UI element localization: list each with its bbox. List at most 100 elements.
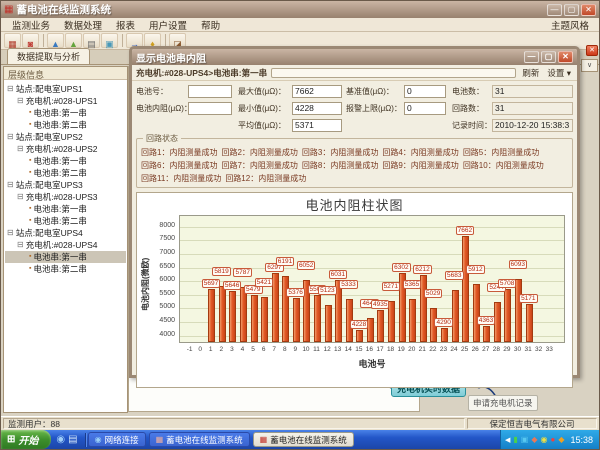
tree-battery-string[interactable]: ▪电池串:第二串 (5, 167, 126, 179)
station-label: 站点:配电室UPS4 (16, 227, 83, 239)
analysis-chart-green-button[interactable]: ▲ (65, 33, 82, 48)
menu-item[interactable]: 数据处理 (57, 18, 109, 32)
tree-station[interactable]: ⊟站点:配电室UPS1 (5, 83, 126, 95)
tray-usb-icon[interactable]: ◆ (531, 436, 537, 444)
field-input[interactable] (188, 85, 232, 98)
field-input[interactable] (188, 102, 232, 115)
bar[interactable] (219, 286, 226, 342)
bar-value-label: 5029 (424, 289, 442, 298)
bar[interactable] (462, 236, 469, 342)
chevron-down-icon[interactable]: ∨ (581, 59, 598, 72)
dialog-maximize-button[interactable]: ▢ (541, 51, 556, 63)
monitor-stop-button[interactable]: ◙ (22, 33, 39, 48)
bar[interactable] (261, 297, 268, 342)
string-label: 电池串:第二串 (33, 167, 86, 179)
y-tick-label: 7500 (143, 235, 175, 242)
tray-volume-icon[interactable]: ◉ (540, 436, 547, 444)
minimize-button[interactable]: — (547, 4, 562, 16)
y-tick-label: 7000 (143, 249, 175, 256)
tray-update-icon[interactable]: ◆ (558, 436, 564, 444)
refresh-button[interactable]: 刷新 (520, 67, 541, 79)
menu-item[interactable]: 用户设置 (142, 18, 194, 32)
quicklaunch-desktop-icon[interactable]: ▤ (68, 435, 77, 445)
bar-value-label: 6191 (276, 257, 294, 266)
bar[interactable] (356, 330, 363, 342)
battery-string-icon: ▪ (29, 155, 31, 167)
start-button[interactable]: ⊞ 开始 (1, 430, 51, 449)
app-window: ▦ 蓄电池在线监测系统 — ▢ ✕ 监测业务数据处理报表用户设置帮助 主题风格 … (0, 0, 600, 450)
bar[interactable] (473, 284, 480, 342)
menu-item[interactable]: 报表 (109, 18, 142, 32)
image-view-button[interactable]: ▣ (101, 33, 118, 48)
bar-value-label: 5123 (318, 286, 336, 295)
mindmap-node-request-records[interactable]: 申请充电机记录 (468, 395, 538, 411)
theme-style-button[interactable]: 主题风格 (545, 18, 595, 32)
minus-box-icon[interactable]: ⊟ (7, 227, 14, 239)
bar[interactable] (388, 301, 395, 342)
bar[interactable] (515, 279, 522, 342)
tab-data-extraction[interactable]: 数据提取与分析 (7, 48, 90, 64)
tray-shield-icon[interactable]: ● (550, 436, 555, 444)
tree-charger[interactable]: ⊟充电机:#028-UPS2 (5, 143, 126, 155)
bar[interactable] (314, 295, 321, 342)
tree-battery-string[interactable]: ▪电池串:第二串 (5, 263, 126, 275)
bar[interactable] (282, 276, 289, 342)
print-button[interactable]: ▤ (83, 33, 100, 48)
tree-battery-string[interactable]: ▪电池串:第二串 (5, 215, 126, 227)
field-input[interactable]: 4228 (292, 102, 342, 115)
bar[interactable] (504, 289, 511, 342)
bar[interactable] (377, 310, 384, 342)
minus-box-icon[interactable]: ⊟ (7, 131, 14, 143)
bar[interactable] (293, 298, 300, 342)
maximize-button[interactable]: ▢ (564, 4, 579, 16)
tree-battery-string[interactable]: ▪电池串:第一串 (5, 107, 126, 119)
tree-battery-string[interactable]: ▪电池串:第一串 (5, 155, 126, 167)
bar[interactable] (526, 304, 533, 342)
analysis-chart-blue-button[interactable]: ▲ (47, 33, 64, 48)
minus-box-icon[interactable]: ⊟ (17, 239, 24, 251)
menu-item[interactable]: 帮助 (194, 18, 227, 32)
minus-box-icon[interactable]: ⊟ (17, 191, 24, 203)
bar[interactable] (208, 289, 215, 342)
settings-dropdown[interactable]: 设置 ▾ (545, 67, 573, 79)
bar[interactable] (251, 295, 258, 342)
bar[interactable] (409, 299, 416, 343)
close-button[interactable]: ✕ (581, 4, 596, 16)
menu-item[interactable]: 监测业务 (5, 18, 57, 32)
tray-network-icon[interactable]: ▣ (521, 436, 529, 444)
bar[interactable] (483, 326, 490, 342)
bar[interactable] (229, 291, 236, 342)
minus-box-icon[interactable]: ⊟ (17, 95, 24, 107)
monitor-start-button[interactable]: ▦ (4, 33, 21, 48)
tree-battery-string[interactable]: ▪电池串:第一串 (5, 203, 126, 215)
tree-station[interactable]: ⊟站点:配电室UPS4 (5, 227, 126, 239)
dialog-minimize-button[interactable]: — (524, 51, 539, 63)
field-input[interactable]: 5371 (292, 119, 342, 132)
task-button[interactable]: ▦蓄电池在线监测系统 (149, 432, 250, 447)
field-input[interactable]: 0 (404, 85, 446, 98)
bar[interactable] (441, 328, 448, 342)
tray-collapse-icon[interactable]: ◀ (505, 436, 510, 444)
task-button[interactable]: ▦蓄电池在线监测系统 (253, 432, 354, 447)
tree-station[interactable]: ⊟站点:配电室UPS3 (5, 179, 126, 191)
task-button[interactable]: ◉网络连接 (88, 432, 146, 447)
minus-box-icon[interactable]: ⊟ (17, 143, 24, 155)
dialog-close-button[interactable]: ✕ (558, 51, 573, 63)
tray-battery-icon[interactable]: ▮ (513, 436, 517, 444)
bar[interactable] (452, 290, 459, 342)
tree-battery-string[interactable]: ▪电池串:第二串 (5, 119, 126, 131)
field-input[interactable]: 0 (404, 102, 446, 115)
tree-charger[interactable]: ⊟充电机:#028-UPS1 (5, 95, 126, 107)
field-input[interactable]: 7662 (292, 85, 342, 98)
tree-charger[interactable]: ⊟充电机:#028-UPS3 (5, 191, 126, 203)
dialog-titlebar: 显示电池串内阻 — ▢ ✕ (132, 49, 577, 65)
minus-box-icon[interactable]: ⊟ (7, 83, 14, 95)
minus-box-icon[interactable]: ⊟ (7, 179, 14, 191)
tree-battery-string[interactable]: ▪电池串:第一串 (5, 251, 126, 263)
bar[interactable] (240, 287, 247, 342)
mdi-close-button[interactable]: ✕ (586, 45, 598, 56)
quicklaunch-browser-icon[interactable]: ◉ (56, 435, 65, 445)
tree-charger[interactable]: ⊟充电机:#028-UPS4 (5, 239, 126, 251)
bar[interactable] (325, 305, 332, 342)
tree-station[interactable]: ⊟站点:配电室UPS2 (5, 131, 126, 143)
